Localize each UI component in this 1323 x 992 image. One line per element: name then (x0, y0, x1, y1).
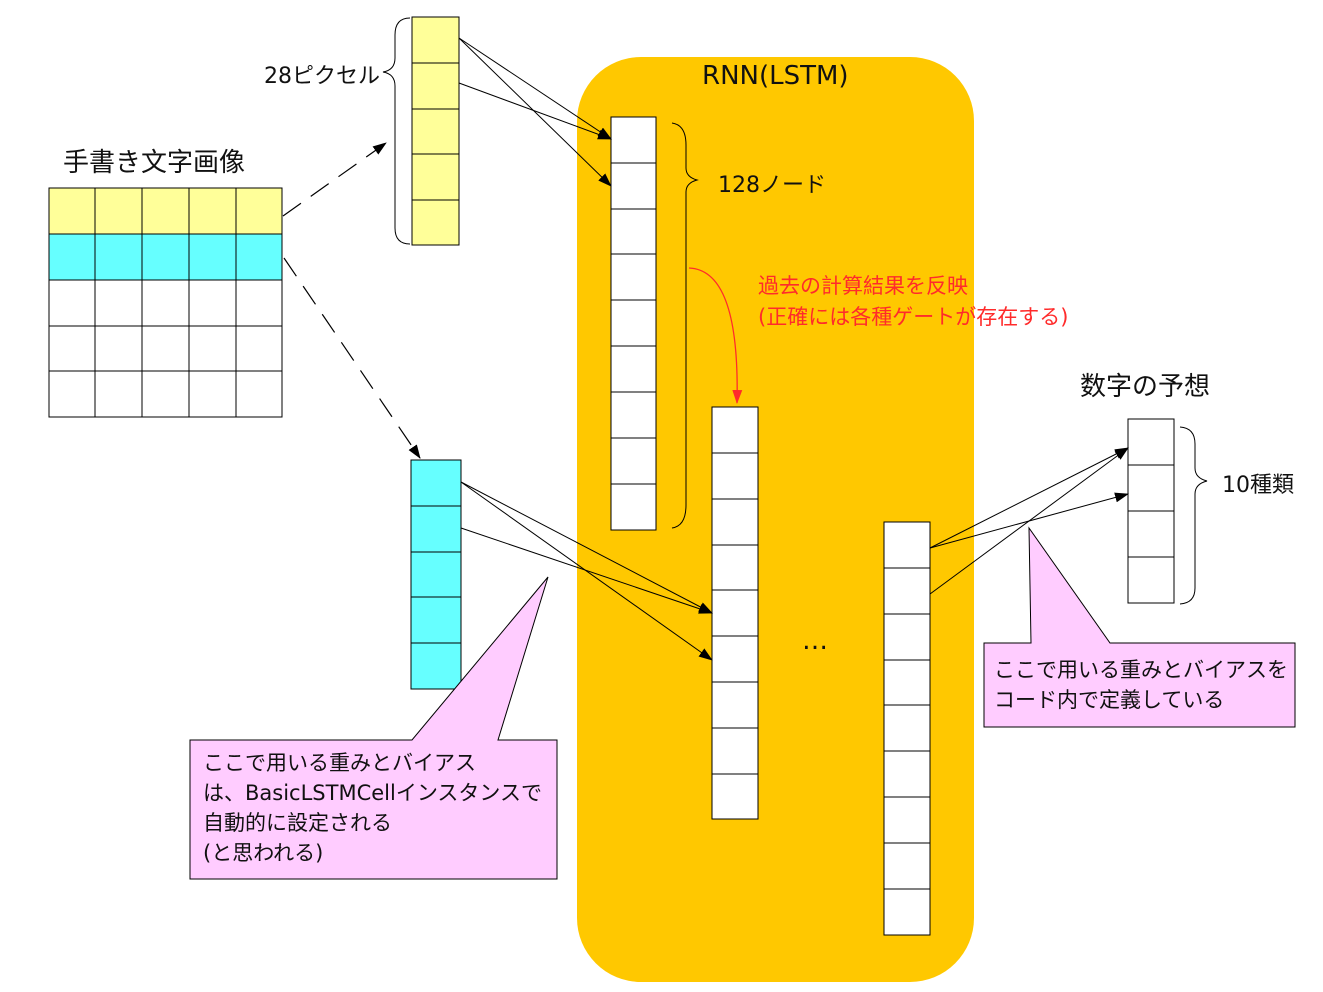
classes-label: 10種類 (1222, 473, 1294, 498)
image-grid (48, 187, 283, 418)
callout-left-text: ここで用いる重みとバイアス は、BasicLSTMCellインスタンスで 自動的… (203, 748, 542, 868)
rnn-title: RNN(LSTM) (702, 61, 849, 91)
dashed-arrow-yellow (282, 142, 387, 217)
input-column-cyan (410, 459, 462, 690)
dashed-arrow-cyan (283, 257, 421, 459)
brace-28-pixels (382, 17, 411, 245)
callout-right-line1: ここで用いる重みとバイアスを (994, 658, 1288, 682)
callout-left-line1: ここで用いる重みとバイアス (203, 751, 476, 775)
callout-left-line3: 自動的に設定される (203, 811, 392, 835)
image-title: 手書き文字画像 (63, 148, 246, 178)
prediction-title: 数字の予想 (1080, 372, 1211, 402)
lstm-column-2 (711, 406, 759, 820)
pixels-label: 28ピクセル (264, 64, 380, 89)
callout-right-line2: コード内で定義している (994, 688, 1225, 712)
brace-10-classes (1179, 426, 1208, 605)
output-column (1127, 418, 1175, 604)
lstm-column-3 (883, 521, 931, 936)
nodes-label: 128ノード (718, 173, 826, 198)
ellipsis: … (802, 626, 828, 656)
input-column-yellow (411, 16, 460, 246)
memory-note-line1: 過去の計算結果を反映 (758, 274, 968, 298)
callout-left-line4: (と思われる) (203, 841, 324, 865)
callout-left-line2: は、BasicLSTMCellインスタンスで (203, 781, 542, 805)
lstm-column-1 (610, 116, 657, 531)
callout-right-text: ここで用いる重みとバイアスを コード内で定義している (994, 655, 1288, 715)
memory-note-line2: (正確には各種ゲートが存在する) (758, 305, 1069, 329)
